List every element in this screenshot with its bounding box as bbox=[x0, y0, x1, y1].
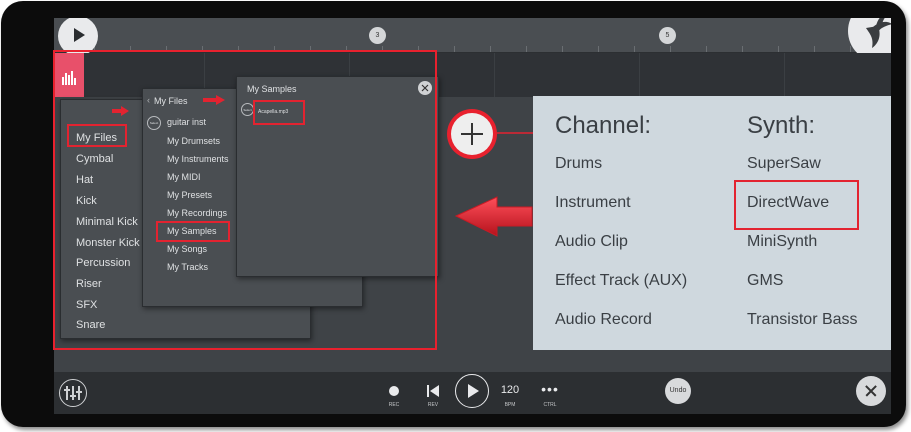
annotation-highlight bbox=[734, 180, 859, 230]
synth-option-gms[interactable]: GMS bbox=[747, 272, 783, 290]
channel-option-drums[interactable]: Drums bbox=[555, 155, 602, 173]
close-icon[interactable] bbox=[856, 376, 886, 406]
more-icon[interactable]: ••• bbox=[538, 381, 562, 397]
ctrl-label: CTRL bbox=[543, 402, 557, 408]
ruler-tick bbox=[706, 46, 707, 52]
rev-label: REV bbox=[427, 402, 439, 408]
ruler-tick bbox=[526, 46, 527, 52]
channel-option-audio-record[interactable]: Audio Record bbox=[555, 311, 652, 329]
annotation-highlight bbox=[156, 221, 230, 242]
synth-header: Synth: bbox=[747, 112, 816, 139]
rec-label: REC bbox=[388, 402, 400, 408]
ruler-tick bbox=[778, 46, 779, 52]
synth-option-transistor-bass[interactable]: Transistor Bass bbox=[747, 311, 858, 329]
transport-play-button[interactable] bbox=[455, 374, 489, 408]
annotation-highlight bbox=[67, 124, 127, 147]
synth-option-minisynth[interactable]: MiniSynth bbox=[747, 233, 817, 251]
channel-option-instrument[interactable]: Instrument bbox=[555, 194, 631, 212]
synth-option-supersaw[interactable]: SuperSaw bbox=[747, 155, 821, 173]
ruler-tick bbox=[490, 46, 491, 52]
bar-marker-3: 3 bbox=[369, 27, 386, 44]
channel-header: Channel: bbox=[555, 112, 652, 139]
ruler-tick bbox=[598, 46, 599, 52]
ruler-tick bbox=[670, 46, 671, 52]
ruler-tick bbox=[562, 46, 563, 52]
timeline-ruler[interactable]: 3 5 bbox=[54, 18, 891, 53]
channel-option-effect-track[interactable]: Effect Track (AUX) bbox=[555, 272, 687, 290]
bpm-value[interactable]: 120 bbox=[498, 384, 522, 396]
channel-option-audio-clip[interactable]: Audio Clip bbox=[555, 233, 628, 251]
annotation-frame bbox=[53, 50, 437, 350]
bar-marker-5: 5 bbox=[659, 27, 676, 44]
add-channel-button[interactable] bbox=[447, 109, 497, 159]
ruler-tick bbox=[814, 46, 815, 52]
plus-icon bbox=[451, 113, 493, 155]
annotation-highlight bbox=[253, 100, 305, 125]
ruler-tick bbox=[454, 46, 455, 52]
ruler-tick bbox=[742, 46, 743, 52]
bottom-toolbar: REC REV 120 BPM ••• CTRL Undo bbox=[54, 372, 891, 414]
rewind-icon[interactable] bbox=[427, 385, 439, 397]
record-icon[interactable] bbox=[389, 386, 399, 396]
undo-button[interactable]: Undo bbox=[665, 378, 691, 404]
ruler-tick bbox=[634, 46, 635, 52]
bpm-label: BPM bbox=[504, 402, 516, 408]
mixer-icon[interactable] bbox=[59, 379, 87, 407]
